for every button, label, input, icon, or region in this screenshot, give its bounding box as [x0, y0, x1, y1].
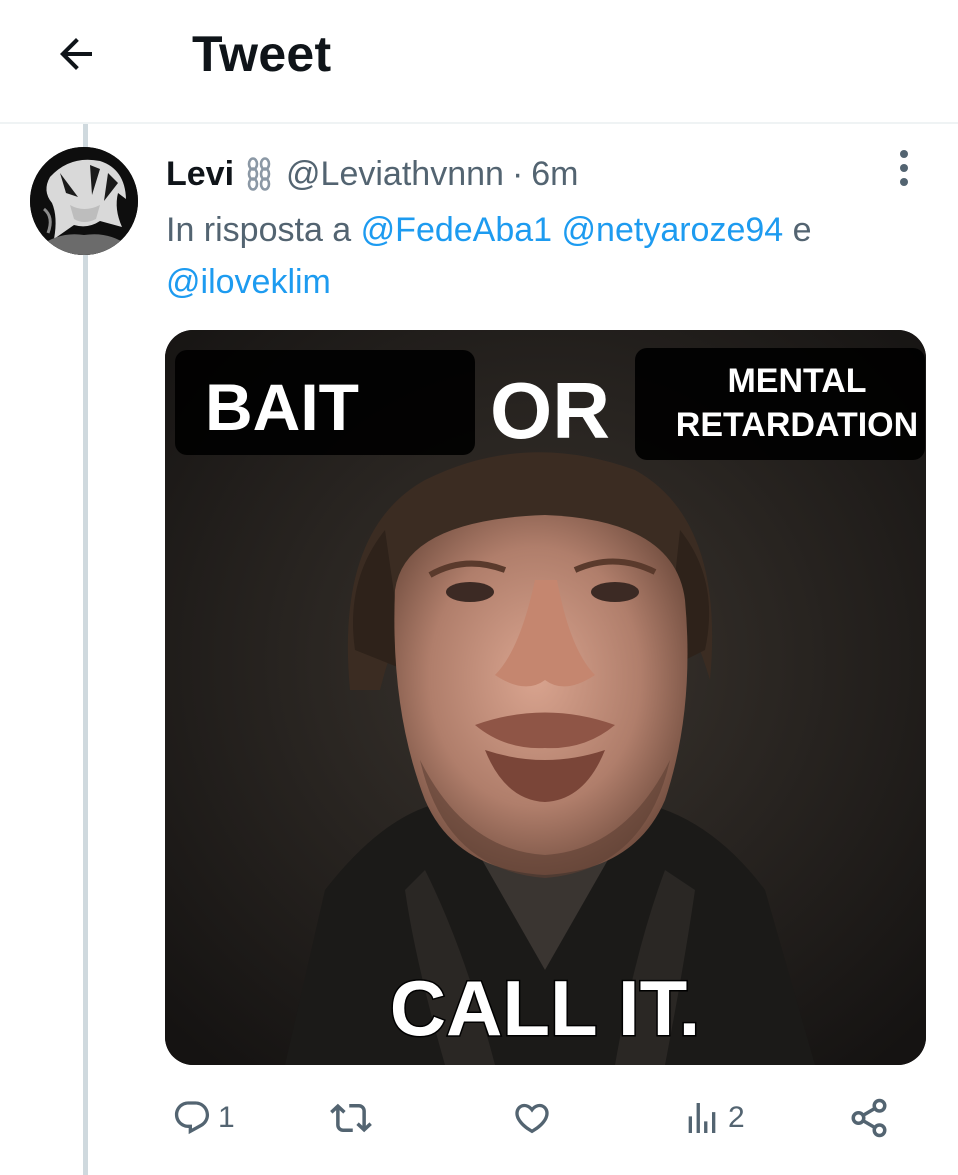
- analytics-icon: [688, 1103, 716, 1133]
- views-count: 2: [728, 1101, 745, 1134]
- thread-connector-line: [83, 124, 88, 1175]
- author-display-name[interactable]: Levi: [166, 155, 234, 194]
- reply-button[interactable]: 1: [172, 1088, 235, 1148]
- share-button[interactable]: [848, 1088, 890, 1148]
- mention-link[interactable]: @netyaroze94: [562, 211, 784, 249]
- tweet-action-bar: 1 2: [166, 1088, 926, 1148]
- meme-caption-bottom: CALL IT.: [390, 964, 701, 1052]
- meme-caption-or: OR: [490, 366, 610, 455]
- tweet-media-image[interactable]: BAIT OR MENTAL RETARDATION CALL IT.: [165, 330, 926, 1065]
- more-vertical-icon: [900, 150, 908, 186]
- reply-count: 1: [218, 1101, 235, 1134]
- top-bar: Tweet: [0, 0, 958, 124]
- reply-context: In risposta a @FedeAba1 @netyaroze94 e @…: [166, 204, 926, 308]
- meme-caption-right-line1: MENTAL: [727, 362, 866, 400]
- avatar[interactable]: [30, 147, 138, 255]
- meme-caption-right-line2: RETARDATION: [676, 406, 918, 444]
- views-button[interactable]: 2: [682, 1088, 745, 1148]
- reply-prefix: In risposta a: [166, 211, 352, 249]
- more-options-button[interactable]: [884, 148, 924, 188]
- share-icon: [851, 1098, 887, 1138]
- page-title: Tweet: [192, 26, 332, 82]
- tweet-author-row: Levi @Leviathvnnn · 6m: [166, 150, 579, 198]
- mention-link[interactable]: @iloveklim: [166, 263, 331, 301]
- chain-link-icon: [246, 156, 272, 192]
- retweet-icon: [330, 1103, 372, 1133]
- tweet-timestamp[interactable]: 6m: [531, 155, 578, 194]
- reply-conjunction: e: [792, 211, 812, 249]
- back-button[interactable]: [44, 22, 108, 86]
- arrow-left-icon: [60, 38, 92, 70]
- reply-icon: [174, 1101, 210, 1135]
- mention-link[interactable]: @FedeAba1: [361, 211, 552, 249]
- meme-caption-bait: BAIT: [205, 370, 359, 444]
- heart-icon: [515, 1103, 549, 1134]
- author-handle[interactable]: @Leviathvnnn: [286, 155, 504, 194]
- retweet-button[interactable]: [330, 1088, 378, 1148]
- meta-separator: ·: [511, 154, 524, 193]
- like-button[interactable]: [512, 1088, 558, 1148]
